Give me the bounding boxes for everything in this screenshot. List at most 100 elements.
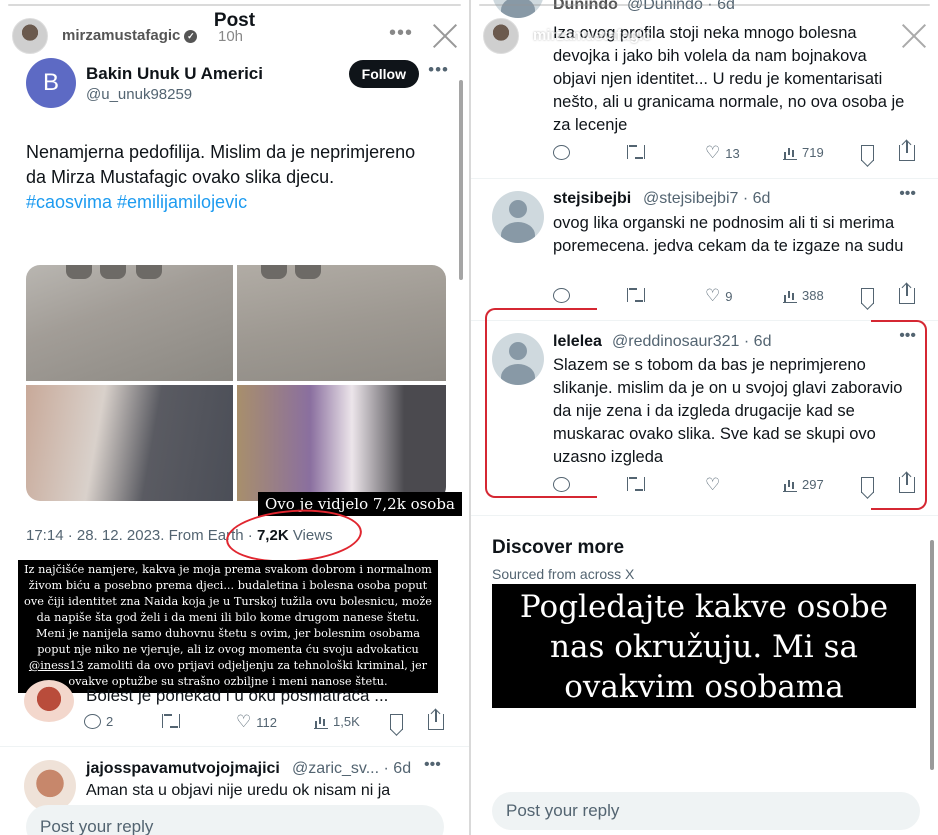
divider bbox=[0, 746, 469, 747]
like-count: 112 bbox=[256, 714, 277, 730]
verified-icon: ✓ bbox=[184, 29, 198, 43]
story-username[interactable]: mirzamustafagic ✓ bbox=[62, 27, 198, 44]
tweet-author-row: B Bakin Unuk U Americi @u_unuk98259 Foll… bbox=[26, 58, 449, 110]
author-handle[interactable]: @u_unuk98259 bbox=[86, 86, 192, 103]
views-icon bbox=[314, 715, 328, 729]
like-count: 13 bbox=[725, 145, 740, 161]
author-avatar[interactable]: B bbox=[26, 58, 76, 108]
bookmark-action[interactable] bbox=[390, 714, 403, 730]
reply-icon bbox=[84, 714, 101, 729]
views-action[interactable]: 719 bbox=[783, 145, 824, 160]
story-progress-bar bbox=[8, 4, 461, 6]
story-avatar[interactable] bbox=[483, 18, 519, 54]
share-icon bbox=[899, 284, 915, 304]
scrollbar[interactable] bbox=[930, 540, 934, 770]
share-action[interactable] bbox=[428, 710, 444, 730]
reply-count: 2 bbox=[106, 714, 114, 729]
shoe-shape bbox=[136, 265, 162, 279]
like-icon: ♡ bbox=[705, 143, 721, 162]
story-username[interactable]: mirzamustafagic bbox=[533, 27, 651, 44]
reply-input[interactable]: Post your reply bbox=[492, 792, 920, 830]
reply-actions: ♡ 9 388 bbox=[553, 284, 921, 308]
shoe-shape bbox=[66, 265, 92, 279]
reply-text: Aman sta u objavi nije uredu ok nisam ni… bbox=[86, 782, 391, 799]
tweet-text: Nenamjerna pedofilija. Mislim da je nepr… bbox=[26, 140, 436, 215]
media-photo-4[interactable] bbox=[237, 385, 446, 501]
views-count: 388 bbox=[802, 288, 824, 303]
reply-author-handle: @zaric_sv... · 6d bbox=[292, 760, 411, 778]
reply-author-name[interactable]: jajosspavamutvojojmajici bbox=[86, 760, 280, 778]
divider bbox=[471, 515, 938, 516]
bookmark-icon bbox=[390, 714, 403, 730]
reply-more-icon[interactable]: ••• bbox=[424, 756, 441, 774]
bookmark-action[interactable] bbox=[861, 145, 874, 161]
divider bbox=[471, 178, 938, 179]
reply-action[interactable]: 2 bbox=[84, 714, 113, 729]
media-photo-3[interactable] bbox=[26, 385, 233, 501]
reply-handle-text[interactable]: @reddinosaur321 bbox=[612, 333, 739, 350]
close-icon[interactable] bbox=[900, 22, 928, 50]
story-time: 10h bbox=[218, 28, 244, 45]
bookmark-icon bbox=[861, 288, 874, 304]
like-action[interactable]: ♡ 9 bbox=[705, 287, 733, 304]
repost-icon bbox=[627, 145, 645, 159]
reply-age: · 6d bbox=[742, 190, 771, 207]
reply-age: · 6d bbox=[383, 760, 412, 777]
share-icon bbox=[428, 710, 444, 730]
reply-handle-text[interactable]: @stejsibejbi7 bbox=[643, 190, 738, 207]
like-action[interactable]: ♡ bbox=[705, 476, 725, 493]
views-action[interactable]: 297 bbox=[783, 477, 824, 492]
tweet-hashtags[interactable]: #caosvima #emilijamilojevic bbox=[26, 192, 247, 212]
more-icon[interactable]: ••• bbox=[389, 22, 413, 45]
reply-action[interactable] bbox=[553, 145, 570, 160]
views-icon bbox=[783, 289, 797, 303]
share-action[interactable] bbox=[899, 141, 915, 161]
repost-action[interactable] bbox=[627, 288, 645, 302]
media-photo-1[interactable] bbox=[26, 265, 233, 381]
reply-author-handle: @stejsibejbi7 · 6d bbox=[643, 190, 770, 208]
more-icon[interactable]: ••• bbox=[858, 22, 882, 45]
right-story-panel: Dunindo @Dunindo · 6d Iza ovog profila s… bbox=[471, 0, 938, 835]
reply-avatar[interactable] bbox=[24, 680, 74, 722]
views-icon bbox=[783, 146, 797, 160]
story-header: Post mirzamustafagic ✓ 10h ••• bbox=[0, 0, 469, 58]
tweet-more-icon[interactable]: ••• bbox=[428, 60, 449, 80]
repost-action[interactable] bbox=[627, 477, 645, 491]
statement-text-2: zamoliti da ovo prijavi odjeljenju za te… bbox=[68, 659, 428, 688]
views-count: 719 bbox=[802, 145, 824, 160]
views-action[interactable]: 1,5K bbox=[314, 714, 360, 729]
tweet-body: Nenamjerna pedofilija. Mislim da je nepr… bbox=[26, 142, 416, 187]
tweet-media-grid[interactable] bbox=[26, 265, 446, 501]
shoe-shape bbox=[261, 265, 287, 279]
statement-overlay: Iz najčišće namjere, kakva je moja prema… bbox=[18, 560, 438, 693]
like-count: 9 bbox=[725, 288, 733, 304]
reply-author-handle: @reddinosaur321 · 6d bbox=[612, 333, 771, 351]
views-icon bbox=[783, 478, 797, 492]
share-action[interactable] bbox=[899, 284, 915, 304]
repost-icon bbox=[627, 477, 645, 491]
bookmark-action[interactable] bbox=[861, 288, 874, 304]
author-name[interactable]: Bakin Unuk U Americi bbox=[86, 64, 263, 84]
statement-mention[interactable]: @iness13 bbox=[29, 659, 84, 672]
like-action[interactable]: ♡ 112 bbox=[236, 712, 277, 731]
follow-button[interactable]: Follow bbox=[348, 60, 419, 88]
reply-author-name[interactable]: stejsibejbi bbox=[553, 190, 631, 208]
shoe-shape bbox=[100, 265, 126, 279]
like-action[interactable]: ♡ 13 bbox=[705, 143, 740, 162]
bookmark-icon bbox=[861, 145, 874, 161]
reply-more-icon[interactable]: ••• bbox=[899, 185, 916, 203]
views-action[interactable]: 388 bbox=[783, 288, 824, 303]
reply-input[interactable]: Post your reply bbox=[26, 805, 444, 835]
repost-action[interactable] bbox=[162, 714, 180, 728]
reply-handle-text[interactable]: @zaric_sv... bbox=[292, 760, 379, 777]
scrollbar[interactable] bbox=[459, 80, 463, 280]
reply-avatar[interactable] bbox=[492, 191, 544, 243]
reply-text: Bolest je ponekad i u oku posmatrača ... bbox=[86, 686, 389, 705]
media-photo-2[interactable] bbox=[237, 265, 446, 381]
like-icon: ♡ bbox=[236, 712, 252, 731]
close-icon[interactable] bbox=[431, 22, 459, 50]
reply-action[interactable] bbox=[553, 288, 570, 303]
repost-action[interactable] bbox=[627, 145, 645, 159]
story-header: mirzamustafagic ••• bbox=[471, 0, 938, 58]
red-bracket-annotation bbox=[485, 308, 597, 498]
